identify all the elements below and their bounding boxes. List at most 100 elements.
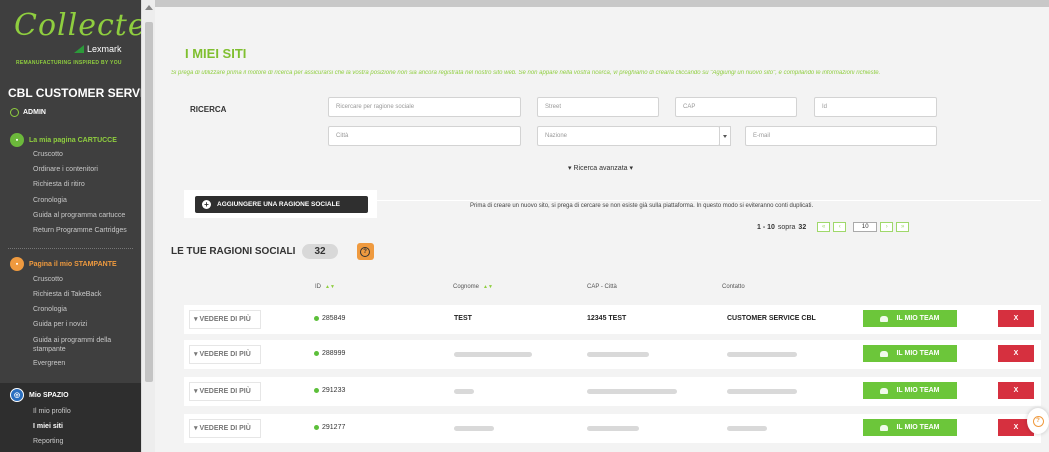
scroll-thumb[interactable]	[145, 22, 153, 382]
search-nazione-select[interactable]: Nazione	[537, 126, 720, 146]
lexmark-mark: Lexmark	[74, 44, 122, 54]
help-button[interactable]: ?	[356, 243, 374, 260]
plus-icon: +	[202, 200, 211, 209]
search-ragione-sociale-input[interactable]: Ricercare per ragione sociale	[328, 97, 521, 117]
section-title: LE TUE RAGIONI SOCIALI 32 ?	[171, 243, 374, 260]
nav-i-miei-siti[interactable]: I miei siti	[33, 423, 63, 430]
pager-sopra: sopra	[777, 223, 796, 231]
sidebar-scrollbar[interactable]	[141, 0, 155, 452]
vedere-di-piu-toggle[interactable]: ▾ VEDERE DI PIÙ	[194, 424, 251, 432]
redacted-cap	[587, 389, 677, 394]
chevron-down-icon[interactable]	[719, 126, 731, 146]
intro-text: Si prega di utilizzare prima il motore d…	[171, 70, 881, 76]
nav-richiesta-ritiro[interactable]: Richiesta di ritiro	[33, 181, 85, 188]
col-cap-citta: CAP - Città	[587, 284, 617, 290]
question-icon: ?	[1032, 415, 1044, 427]
section-stampante-label: Pagina il mio STAMPANTE	[29, 260, 117, 268]
pagination: 1 - 10 sopra 32 « ‹ 10 › »	[757, 222, 910, 232]
sidebar: Collected Lexmark REMANUFACTURING INSPIR…	[0, 0, 141, 452]
team-button[interactable]: IL MIO TEAM	[863, 310, 957, 327]
nav-il-mio-profilo[interactable]: Il mio profilo	[33, 408, 71, 415]
user-role: ADMIN	[10, 108, 46, 117]
delete-button[interactable]: X	[998, 345, 1034, 362]
sort-icon[interactable]: ▲▼	[325, 284, 335, 290]
floating-help-button[interactable]: ?	[1027, 408, 1049, 434]
question-icon: ?	[360, 246, 371, 257]
col-id[interactable]: ID ▲▼	[315, 284, 335, 290]
first-page-button[interactable]: «	[817, 222, 831, 232]
row-id: 285849	[314, 315, 345, 322]
nav-cronologia-cartucce[interactable]: Cronologia	[33, 197, 67, 204]
section-spazio[interactable]: ◎ Mio SPAZIO	[10, 388, 69, 402]
vedere-di-piu-toggle[interactable]: ▾ VEDERE DI PIÙ	[194, 350, 251, 358]
nav-guida-cartucce[interactable]: Guida al programma cartucce	[33, 212, 125, 219]
section-stampante[interactable]: ▪ Pagina il mio STAMPANTE	[10, 257, 117, 271]
search-label: RICERCA	[190, 105, 227, 114]
nav-reporting[interactable]: Reporting	[33, 438, 63, 445]
prev-page-button[interactable]: ‹	[833, 222, 847, 232]
nav-guida-programmi-stampante[interactable]: Guida ai programmi della stampante	[33, 336, 133, 354]
hint-divider	[377, 200, 1041, 201]
status-dot	[314, 351, 319, 356]
pager-range: 1 - 10	[757, 223, 775, 231]
section-spazio-label: Mio SPAZIO	[29, 391, 69, 399]
row-id-value: 291277	[322, 424, 346, 431]
status-dot	[314, 425, 319, 430]
table-row: ▾ VEDERE DI PIÙ 291277 IL MIO TEAM X	[184, 414, 1041, 443]
status-dot	[314, 388, 319, 393]
team-button[interactable]: IL MIO TEAM	[863, 345, 957, 362]
nav-guida-novizi[interactable]: Guida per i novizi	[33, 321, 87, 328]
user-role-label: ADMIN	[23, 109, 46, 116]
team-label: IL MIO TEAM	[896, 424, 940, 431]
search-citta-input[interactable]: Città	[328, 126, 521, 146]
nav-evergreen[interactable]: Evergreen	[33, 360, 65, 367]
nav-richiesta-takeback[interactable]: Richiesta di TakeBack	[33, 291, 101, 298]
lexmark-icon	[74, 45, 84, 53]
nav-return-programme[interactable]: Return Programme Cartridges	[33, 227, 127, 234]
redacted-contatto	[727, 389, 797, 394]
vedere-di-piu-toggle[interactable]: ▾ VEDERE DI PIÙ	[194, 387, 251, 395]
delete-button[interactable]: X	[998, 310, 1034, 327]
row-id-value: 291233	[322, 387, 346, 394]
team-icon	[880, 424, 889, 431]
logo-script: Collected	[14, 8, 141, 43]
page-size-input[interactable]: 10	[853, 222, 878, 232]
row-cap: 12345 TEST	[587, 315, 627, 322]
search-id-input[interactable]: Id	[814, 97, 937, 117]
lexmark-label: Lexmark	[87, 44, 122, 54]
col-id-label: ID	[315, 284, 321, 290]
team-label: IL MIO TEAM	[896, 387, 940, 394]
cartridge-icon: ▪	[10, 133, 24, 147]
add-ragione-sociale-button[interactable]: + AGGIUNGERE UNA RAGIONE SOCIALE	[195, 196, 368, 213]
section-cartucce-label: La mia pagina CARTUCCE	[29, 136, 117, 144]
nav-cruscotto-stampante[interactable]: Cruscotto	[33, 276, 63, 283]
row-id: 291233	[314, 387, 345, 394]
row-id: 288999	[314, 350, 345, 357]
account-title: CBL CUSTOMER SERVICE	[8, 86, 141, 100]
add-button-label: AGGIUNGERE UNA RAGIONE SOCIALE	[217, 201, 340, 208]
delete-button[interactable]: X	[998, 382, 1034, 399]
team-button[interactable]: IL MIO TEAM	[863, 382, 957, 399]
redacted-cognome	[454, 389, 474, 394]
nav-ordinare-contenitori[interactable]: Ordinare i contenitori	[33, 166, 98, 173]
space-icon: ◎	[10, 388, 24, 402]
search-cap-input[interactable]: CAP	[675, 97, 797, 117]
redacted-cognome	[454, 352, 532, 357]
search-email-input[interactable]: E-mail	[745, 126, 937, 146]
next-page-button[interactable]: ›	[880, 222, 894, 232]
search-street-input[interactable]: Street	[537, 97, 659, 117]
advanced-search-toggle[interactable]: ▾ Ricerca avanzata ▾	[568, 164, 633, 172]
collected-logo[interactable]: Collected Lexmark REMANUFACTURING INSPIR…	[14, 8, 141, 70]
col-cognome[interactable]: Cognome ▲▼	[453, 284, 493, 290]
top-bar	[155, 0, 1049, 7]
scroll-up-icon[interactable]	[145, 5, 153, 10]
nav-cruscotto-cartucce[interactable]: Cruscotto	[33, 151, 63, 158]
team-button[interactable]: IL MIO TEAM	[863, 419, 957, 436]
logo-tagline: REMANUFACTURING INSPIRED BY YOU	[16, 60, 122, 66]
nav-cronologia-stampante[interactable]: Cronologia	[33, 306, 67, 313]
vedere-di-piu-toggle[interactable]: ▾ VEDERE DI PIÙ	[194, 315, 251, 323]
last-page-button[interactable]: »	[896, 222, 910, 232]
sort-icon[interactable]: ▲▼	[483, 284, 493, 290]
team-icon	[880, 350, 889, 357]
section-cartucce[interactable]: ▪ La mia pagina CARTUCCE	[10, 133, 117, 147]
